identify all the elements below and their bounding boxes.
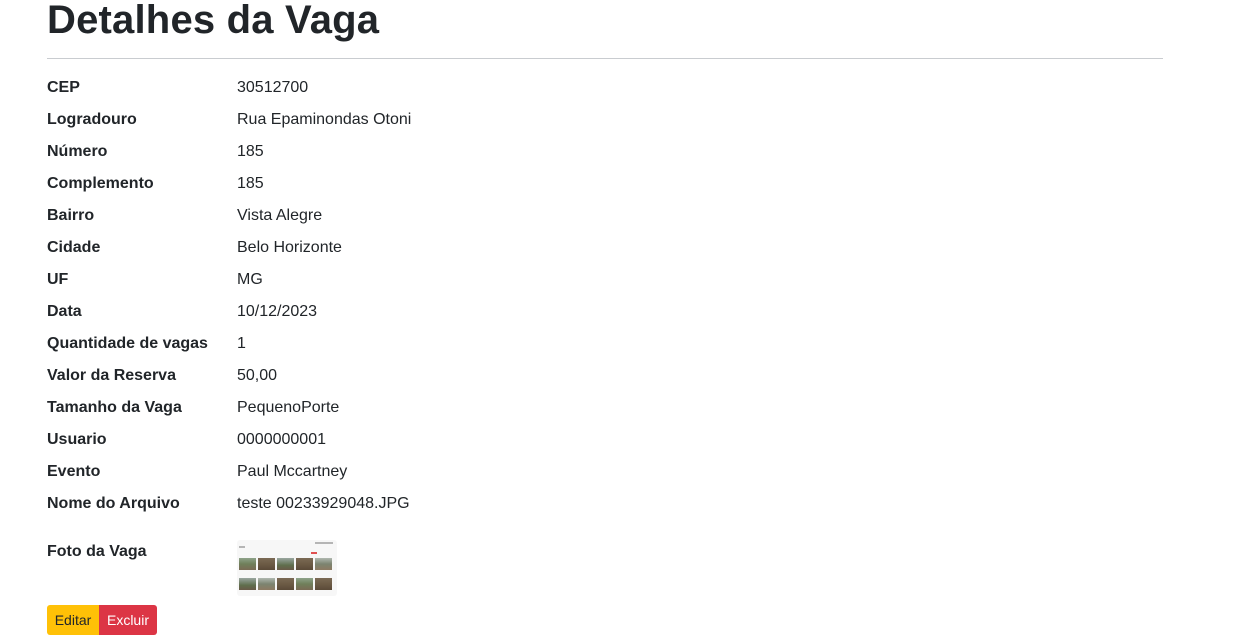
details-list: CEP 30512700 Logradouro Rua Epaminondas … bbox=[47, 72, 411, 520]
detail-row-complemento: Complemento 185 bbox=[47, 168, 411, 200]
detail-label: UF bbox=[47, 271, 69, 288]
detail-value: 0000000001 bbox=[237, 431, 326, 448]
detail-label: Usuario bbox=[47, 431, 107, 448]
detail-row-uf: UF MG bbox=[47, 264, 411, 296]
detail-label: Foto da Vaga bbox=[47, 543, 147, 560]
photo-thumbnail bbox=[296, 578, 313, 590]
delete-button[interactable]: Excluir bbox=[99, 605, 157, 635]
detail-row-usuario: Usuario 0000000001 bbox=[47, 424, 411, 456]
detail-value: Belo Horizonte bbox=[237, 239, 342, 256]
page-title: Detalhes da Vaga bbox=[47, 0, 380, 42]
detail-label: Logradouro bbox=[47, 111, 137, 128]
detail-row-cidade: Cidade Belo Horizonte bbox=[47, 232, 411, 264]
detail-value: teste 00233929048.JPG bbox=[237, 495, 410, 512]
photo-thumbnail bbox=[239, 558, 256, 570]
detail-value: 185 bbox=[237, 175, 264, 192]
detail-row-evento: Evento Paul Mccartney bbox=[47, 456, 411, 488]
detail-row-tamanho: Tamanho da Vaga PequenoPorte bbox=[47, 392, 411, 424]
detail-value: 30512700 bbox=[237, 79, 309, 96]
detail-value: PequenoPorte bbox=[237, 399, 340, 416]
photo-thumbnail bbox=[296, 558, 313, 570]
detail-row-valor: Valor da Reserva 50,00 bbox=[47, 360, 411, 392]
detail-row-quantidade: Quantidade de vagas 1 bbox=[47, 328, 411, 360]
detail-label: Evento bbox=[47, 463, 101, 480]
photo-thumbnail bbox=[239, 578, 256, 590]
detail-label: Quantidade de vagas bbox=[47, 335, 208, 352]
detail-value: Vista Alegre bbox=[237, 207, 323, 224]
title-divider bbox=[47, 58, 1163, 59]
detail-row-arquivo: Nome do Arquivo teste 00233929048.JPG bbox=[47, 488, 411, 520]
photo-thumbnail bbox=[315, 578, 332, 590]
detail-label: Número bbox=[47, 143, 108, 160]
detail-row-data: Data 10/12/2023 bbox=[47, 296, 411, 328]
detail-label: Cidade bbox=[47, 239, 101, 256]
detail-row-numero: Número 185 bbox=[47, 136, 411, 168]
detail-value: MG bbox=[237, 271, 263, 288]
photo-thumbnail bbox=[258, 578, 275, 590]
detail-row-foto: Foto da Vaga bbox=[47, 536, 337, 596]
detail-label: Nome do Arquivo bbox=[47, 495, 180, 512]
detail-value: Rua Epaminondas Otoni bbox=[237, 111, 412, 128]
detail-label: CEP bbox=[47, 79, 80, 96]
photo-thumbnail bbox=[315, 558, 332, 570]
parking-photo-image bbox=[237, 540, 337, 596]
detail-row-cep: CEP 30512700 bbox=[47, 72, 411, 104]
edit-button[interactable]: Editar bbox=[47, 605, 99, 635]
detail-label: Tamanho da Vaga bbox=[47, 399, 182, 416]
action-buttons: Editar Excluir bbox=[47, 605, 157, 635]
photo-thumbnail bbox=[277, 578, 294, 590]
detail-value: 10/12/2023 bbox=[237, 303, 318, 320]
detail-value: Paul Mccartney bbox=[237, 463, 348, 480]
detail-row-logradouro: Logradouro Rua Epaminondas Otoni bbox=[47, 104, 411, 136]
photo-header-strip bbox=[239, 542, 335, 554]
detail-value: 50,00 bbox=[237, 367, 278, 384]
detail-label: Valor da Reserva bbox=[47, 367, 176, 384]
photo-thumbnail-grid bbox=[239, 558, 335, 590]
detail-label: Bairro bbox=[47, 207, 95, 224]
detail-value: 185 bbox=[237, 143, 264, 160]
detail-label: Data bbox=[47, 303, 82, 320]
detail-row-bairro: Bairro Vista Alegre bbox=[47, 200, 411, 232]
detail-label: Complemento bbox=[47, 175, 154, 192]
photo-thumbnail bbox=[277, 558, 294, 570]
photo-thumbnail bbox=[258, 558, 275, 570]
detail-value: 1 bbox=[237, 335, 246, 352]
